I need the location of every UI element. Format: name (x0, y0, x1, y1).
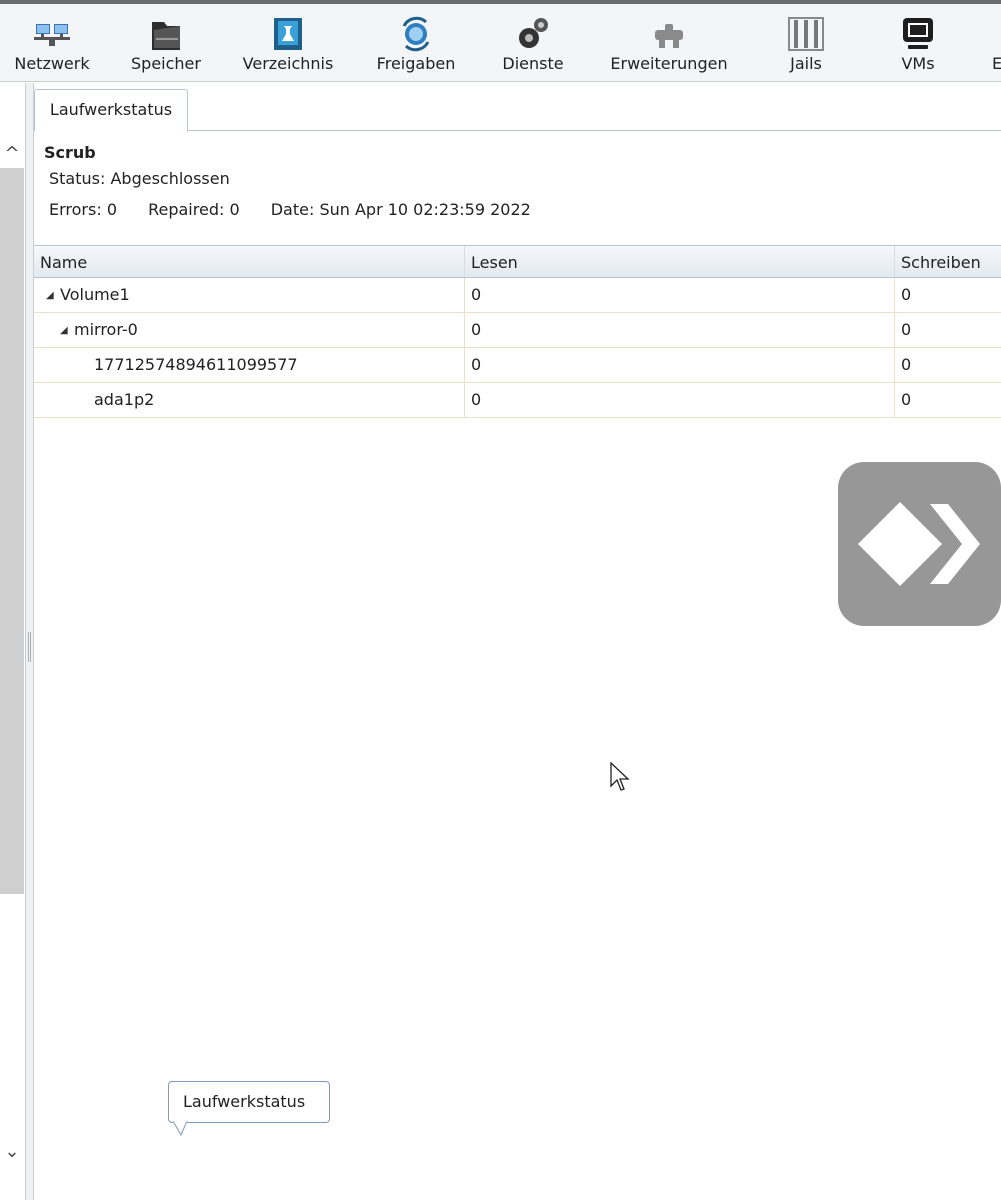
splitter-grip-icon[interactable] (28, 632, 31, 662)
remote-desktop-logo-icon (858, 502, 980, 586)
row-read-value: 0 (464, 278, 894, 312)
toolbar-more-label: E (992, 54, 1001, 73)
storage-icon (152, 22, 180, 50)
scrub-date: Date: Sun Apr 10 02:23:59 2022 (270, 200, 531, 219)
toolbar-plugins-label: Erweiterungen (610, 54, 728, 73)
left-navigation-panel: ^ ⌄ (0, 83, 26, 1200)
tab-bar: Laufwerkstatus (34, 83, 1001, 132)
scrub-details: Errors: 0 Repaired: 0 Date: Sun Apr 10 0… (49, 200, 557, 219)
toolbar-sharing-label: Freigaben (376, 54, 456, 73)
row-write-value: 0 (894, 313, 1001, 347)
scrub-title: Scrub (44, 143, 96, 162)
main-toolbar: Netzwerk Speicher Verzeichnis Freigaben (0, 4, 1001, 82)
left-panel-scrollbar[interactable] (0, 168, 24, 894)
toolbar-directory-button[interactable]: Verzeichnis (230, 4, 346, 82)
table-row[interactable]: 17712574894611099577 0 0 (34, 348, 1001, 383)
column-header-write[interactable]: Schreiben (894, 246, 1001, 277)
scrub-repaired: Repaired: 0 (148, 200, 240, 219)
table-row[interactable]: ◢ mirror-0 0 0 (34, 313, 1001, 348)
tooltip: Laufwerkstatus (168, 1081, 330, 1123)
toolbar-sharing-button[interactable]: Freigaben (360, 4, 472, 82)
table-row[interactable]: ada1p2 0 0 (34, 383, 1001, 418)
disk-status-grid: Name Lesen Schreiben ◢ Volume1 0 0 ◢ mirro… (34, 245, 1001, 418)
services-icon (519, 18, 548, 48)
row-name: mirror-0 (74, 320, 138, 339)
column-header-read[interactable]: Lesen (464, 246, 894, 277)
mouse-cursor-icon (610, 762, 630, 791)
toolbar-more-button[interactable]: E (982, 4, 1001, 82)
toolbar-storage-button[interactable]: Speicher (116, 4, 216, 82)
network-icon (34, 24, 70, 46)
remote-desktop-badge[interactable] (838, 462, 1001, 626)
scroll-up-arrow-icon[interactable]: ^ (0, 143, 24, 165)
vms-icon (903, 18, 933, 49)
row-name: Volume1 (60, 285, 130, 304)
row-name: 17712574894611099577 (94, 355, 298, 374)
toolbar-jails-button[interactable]: Jails (764, 4, 848, 82)
jails-icon (788, 17, 824, 51)
toolbar-storage-label: Speicher (131, 54, 201, 73)
row-write-value: 0 (894, 348, 1001, 382)
tab-disk-status[interactable]: Laufwerkstatus (34, 89, 188, 132)
tree-expand-icon[interactable]: ◢ (60, 314, 74, 347)
scrub-errors: Errors: 0 (49, 200, 117, 219)
row-write-value: 0 (894, 383, 1001, 417)
toolbar-services-label: Dienste (502, 54, 564, 73)
row-name: ada1p2 (94, 390, 155, 409)
toolbar-network-label: Netzwerk (14, 54, 90, 73)
row-write-value: 0 (894, 278, 1001, 312)
plugins-icon (655, 24, 683, 48)
toolbar-directory-label: Verzeichnis (242, 54, 334, 73)
toolbar-network-button[interactable]: Netzwerk (0, 4, 104, 82)
directory-icon (274, 18, 302, 50)
toolbar-vms-button[interactable]: VMs (876, 4, 960, 82)
toolbar-vms-label: VMs (901, 54, 935, 73)
row-read-value: 0 (464, 383, 894, 417)
row-read-value: 0 (464, 313, 894, 347)
tree-expand-icon[interactable]: ◢ (46, 279, 60, 312)
main-content: Laufwerkstatus Scrub Status: Abgeschloss… (34, 83, 1001, 1200)
toolbar-services-button[interactable]: Dienste (486, 4, 580, 82)
tooltip-tail-icon (172, 1121, 188, 1137)
scroll-down-arrow-icon[interactable]: ⌄ (0, 1141, 24, 1163)
panel-splitter[interactable] (26, 83, 34, 1200)
column-header-name[interactable]: Name (34, 246, 464, 277)
row-read-value: 0 (464, 348, 894, 382)
table-row[interactable]: ◢ Volume1 0 0 (34, 278, 1001, 313)
toolbar-plugins-button[interactable]: Erweiterungen (596, 4, 742, 82)
toolbar-jails-label: Jails (790, 54, 822, 73)
grid-header: Name Lesen Schreiben (34, 245, 1001, 278)
sharing-icon (402, 16, 430, 52)
scrub-status: Status: Abgeschlossen (49, 169, 230, 188)
